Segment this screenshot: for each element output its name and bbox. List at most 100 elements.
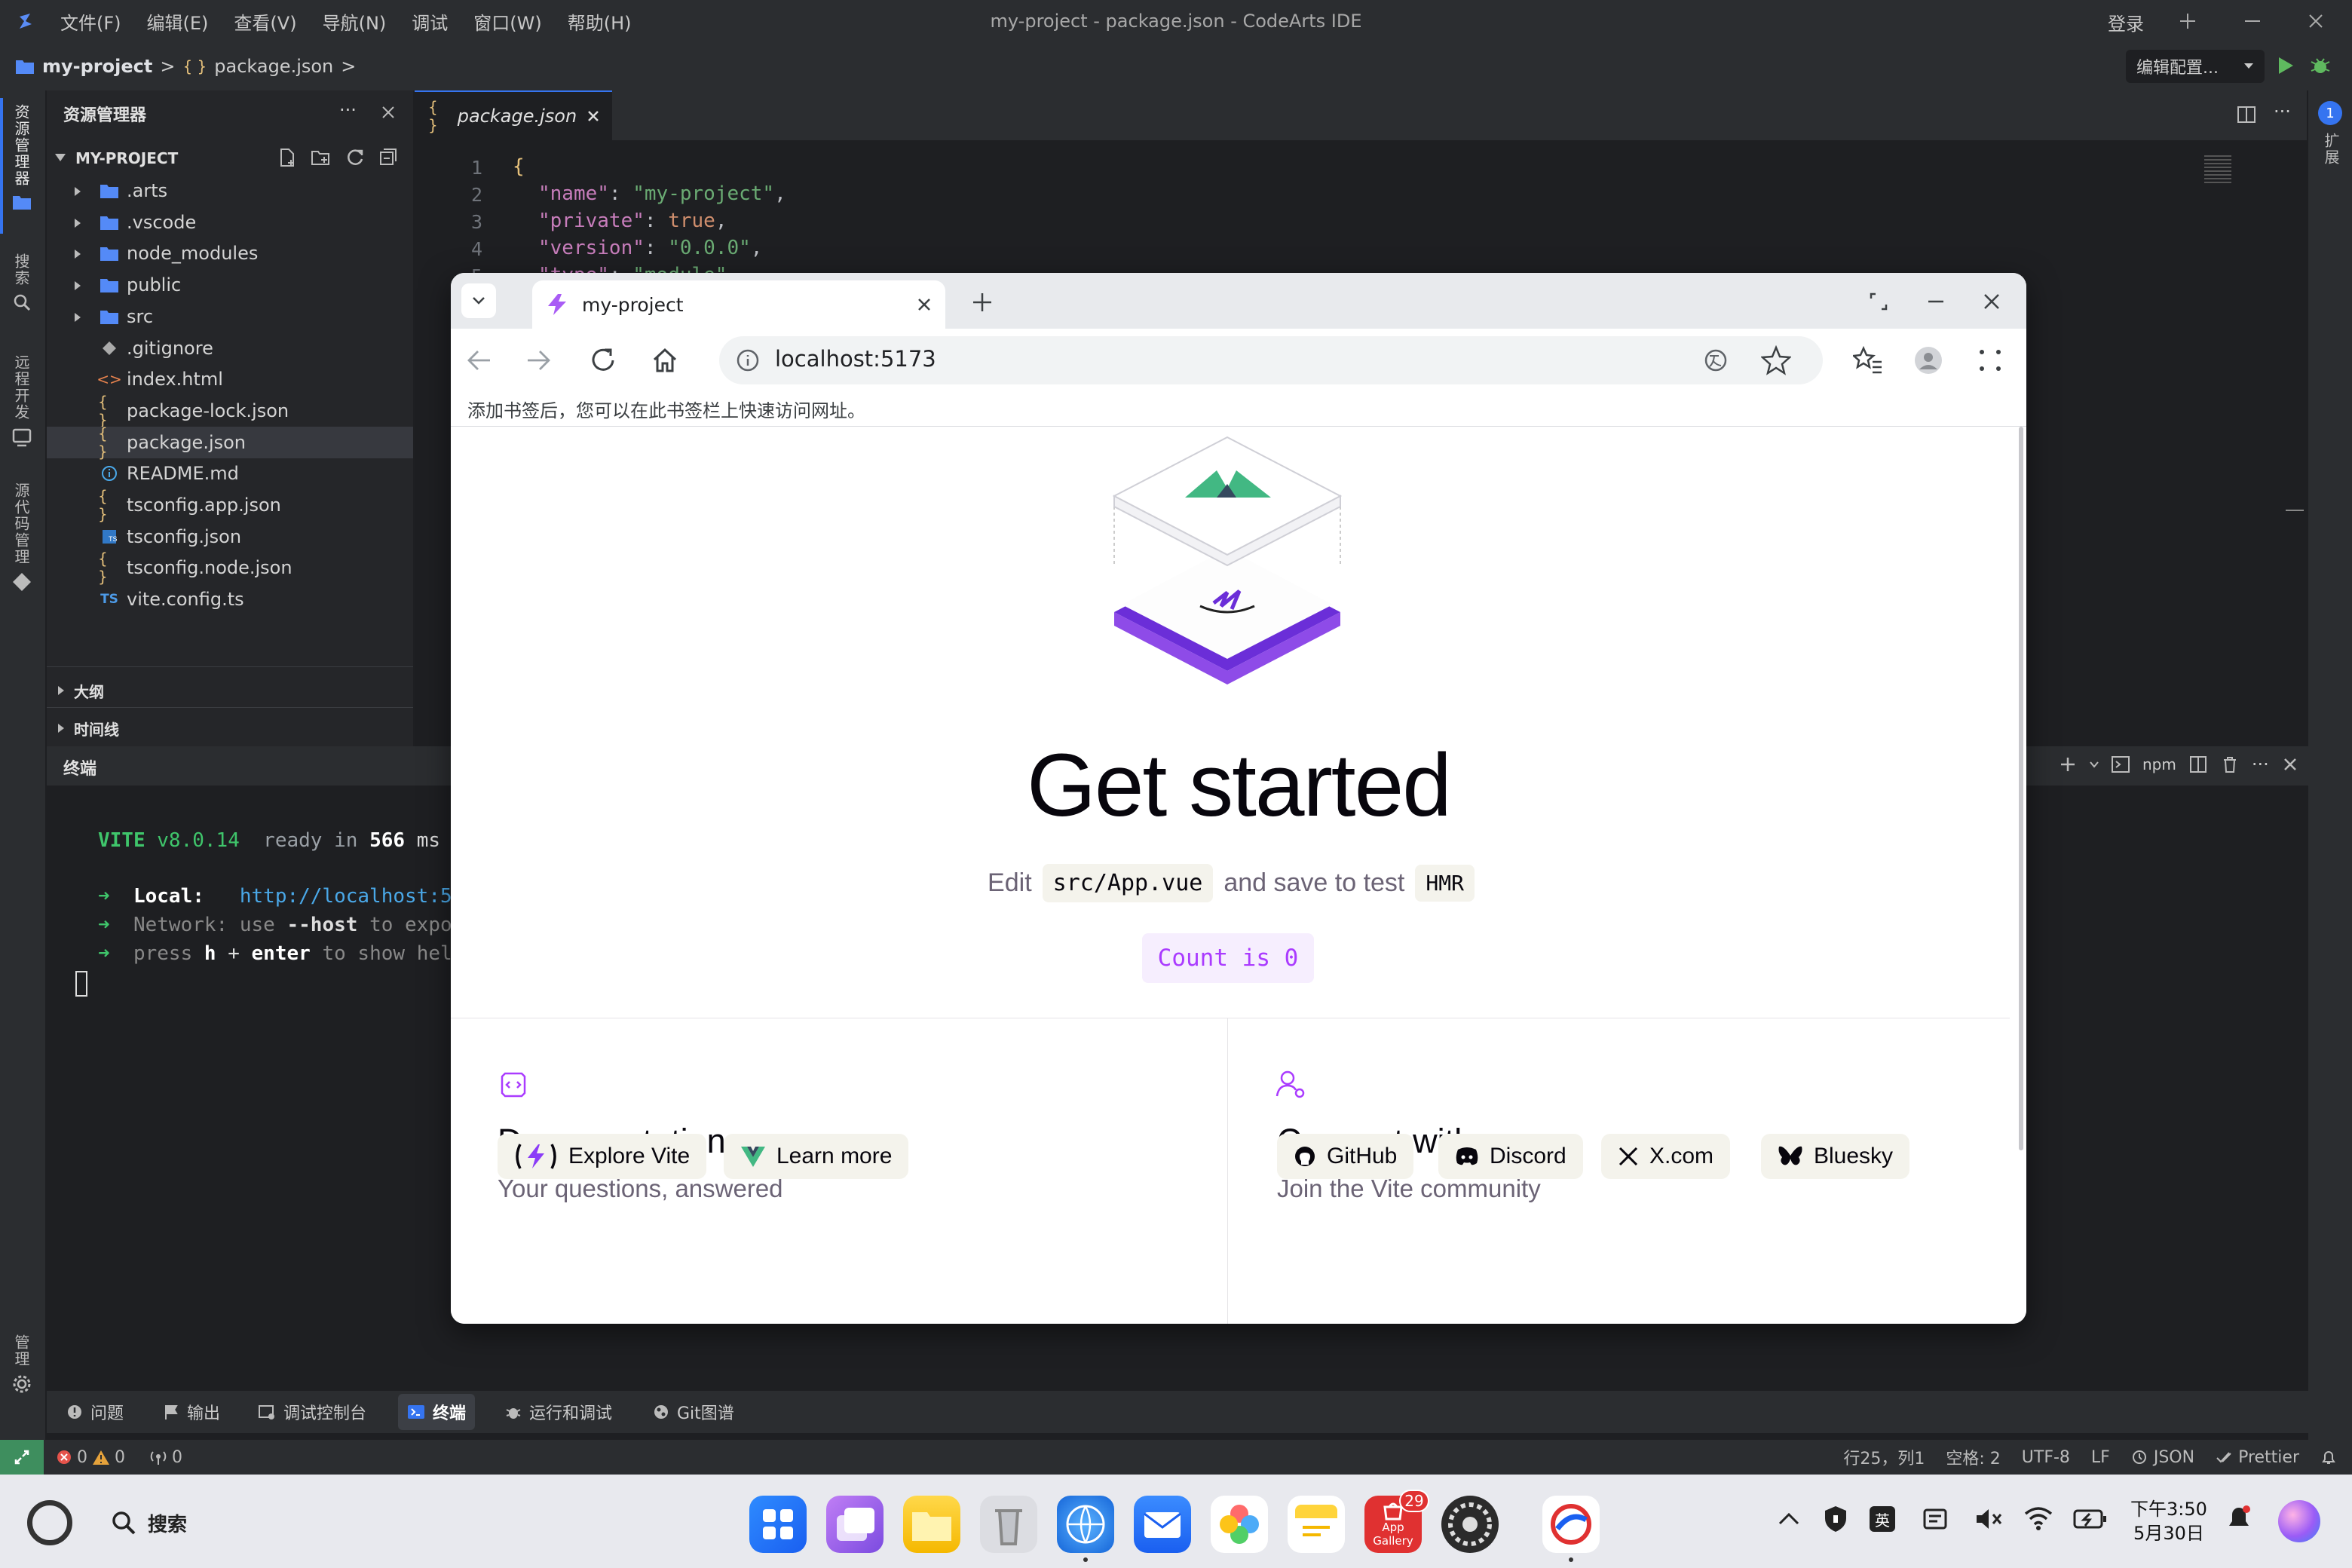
indentation[interactable]: 空格: 2 bbox=[1946, 1445, 2000, 1469]
run-config-select[interactable]: 编辑配置... bbox=[2126, 50, 2265, 83]
files-app-icon[interactable] bbox=[903, 1496, 960, 1553]
ime-indicator[interactable]: 英 bbox=[1870, 1506, 1895, 1532]
outline-section[interactable]: 大纲 bbox=[47, 675, 413, 706]
menu-edit[interactable]: 编辑(E) bbox=[147, 8, 209, 35]
formatter-status[interactable]: Prettier bbox=[2216, 1448, 2299, 1467]
volume-muted-icon[interactable] bbox=[1974, 1506, 2004, 1535]
cursor-position[interactable]: 行25，列1 bbox=[1843, 1445, 1925, 1469]
multitask-app-icon[interactable] bbox=[826, 1496, 884, 1553]
new-file-icon[interactable] bbox=[277, 148, 297, 167]
activity-scm[interactable]: 源代码管理 bbox=[11, 482, 32, 593]
site-info-icon[interactable] bbox=[736, 348, 760, 372]
tree-item-package-lock-json[interactable]: { } package-lock.json bbox=[47, 393, 413, 429]
tab-output[interactable]: 输出 bbox=[163, 1397, 220, 1427]
tree-item-tsconfig-json[interactable]: TS tsconfig.json bbox=[47, 521, 413, 553]
battery-icon[interactable] bbox=[2073, 1508, 2108, 1533]
terminal-shell-name[interactable]: npm bbox=[2142, 755, 2176, 773]
browser-menu-icon[interactable] bbox=[1978, 348, 2002, 375]
gallery-app-icon[interactable] bbox=[1211, 1496, 1268, 1553]
bookmark-star-icon[interactable] bbox=[1761, 345, 1791, 375]
trash-app-icon[interactable] bbox=[980, 1496, 1037, 1553]
collapse-all-icon[interactable] bbox=[378, 148, 398, 167]
restore-icon[interactable] bbox=[1868, 291, 1889, 312]
tree-item-arts[interactable]: .arts bbox=[47, 175, 413, 207]
assistant-icon[interactable] bbox=[2278, 1500, 2320, 1542]
tree-item-index-html[interactable]: <> index.html bbox=[47, 363, 413, 395]
activity-explorer[interactable]: 资源管理器 bbox=[11, 104, 32, 211]
line-ending[interactable]: LF bbox=[2091, 1448, 2110, 1467]
project-header[interactable]: MY-PROJECT bbox=[47, 143, 413, 173]
tree-item-tsconfig-app-json[interactable]: { } tsconfig.app.json bbox=[47, 487, 413, 523]
home-icon[interactable] bbox=[651, 347, 678, 377]
browser-app-icon[interactable] bbox=[1057, 1496, 1114, 1553]
close-panel-icon[interactable] bbox=[378, 103, 398, 122]
encoding[interactable]: UTF-8 bbox=[2022, 1448, 2070, 1467]
terminal-more-icon[interactable]: ··· bbox=[2252, 754, 2269, 775]
menu-help[interactable]: 帮助(H) bbox=[568, 8, 632, 35]
tab-git-graph[interactable]: Git图谱 bbox=[653, 1397, 734, 1427]
codearts-app-icon[interactable] bbox=[1542, 1496, 1600, 1553]
more-actions-icon[interactable]: ··· bbox=[339, 100, 357, 121]
tab-run-debug[interactable]: 运行和调试 bbox=[505, 1397, 612, 1427]
tree-item-node-modules[interactable]: node_modules bbox=[47, 237, 413, 269]
tab-debug-console[interactable]: 调试控制台 bbox=[258, 1397, 366, 1427]
extensions-label[interactable]: 扩展 bbox=[2320, 133, 2342, 166]
close-tab-icon[interactable] bbox=[915, 296, 933, 314]
wifi-icon[interactable] bbox=[2023, 1505, 2053, 1535]
menu-view[interactable]: 查看(V) bbox=[234, 8, 296, 35]
new-tab-icon[interactable] bbox=[971, 291, 994, 314]
tree-item-src[interactable]: src bbox=[47, 301, 413, 332]
close-window-icon[interactable] bbox=[2304, 9, 2328, 33]
bell-icon[interactable] bbox=[2320, 1448, 2337, 1466]
debug-icon[interactable] bbox=[2308, 54, 2332, 78]
tab-package-json[interactable]: { } package.json bbox=[415, 90, 612, 140]
favorites-icon[interactable] bbox=[1851, 345, 1883, 378]
browser-close-icon[interactable] bbox=[1981, 291, 2002, 312]
new-terminal-icon[interactable] bbox=[2058, 755, 2078, 774]
tab-search-button[interactable] bbox=[461, 283, 496, 318]
run-icon[interactable] bbox=[2274, 54, 2296, 77]
address-bar[interactable]: localhost:5173 bbox=[719, 336, 1823, 384]
login-link[interactable]: 登录 bbox=[2108, 9, 2144, 35]
split-terminal-icon[interactable] bbox=[2188, 755, 2208, 774]
trash-icon[interactable] bbox=[2220, 755, 2240, 774]
reload-icon[interactable] bbox=[590, 347, 617, 377]
app-launcher-icon[interactable] bbox=[749, 1496, 807, 1553]
translate-icon[interactable] bbox=[1702, 347, 1729, 374]
browser-tab-my-project[interactable]: my-project bbox=[532, 280, 945, 329]
close-tab-icon[interactable] bbox=[586, 109, 599, 124]
menu-navigate[interactable]: 导航(N) bbox=[323, 8, 387, 35]
timeline-section[interactable]: 时间线 bbox=[47, 713, 413, 743]
ports-status[interactable]: 0 bbox=[149, 1446, 182, 1468]
chevron-down-icon[interactable] bbox=[2090, 761, 2099, 768]
tree-item-package-json[interactable]: { } package.json bbox=[47, 424, 413, 461]
mail-app-icon[interactable] bbox=[1134, 1496, 1191, 1553]
minimap[interactable] bbox=[2204, 155, 2231, 185]
split-editor-icon[interactable] bbox=[2236, 104, 2257, 125]
security-icon[interactable] bbox=[1823, 1505, 1848, 1536]
explore-vite-link[interactable]: Explore Vite bbox=[498, 1134, 707, 1179]
count-button[interactable]: Count is 0 bbox=[1142, 933, 1314, 983]
notes-app-icon[interactable] bbox=[1288, 1496, 1345, 1553]
bluesky-link[interactable]: Bluesky bbox=[1761, 1134, 1910, 1179]
breadcrumb-file[interactable]: package.json bbox=[214, 56, 333, 77]
editor-more-icon[interactable]: ··· bbox=[2274, 101, 2291, 122]
forward-icon[interactable] bbox=[526, 348, 552, 375]
new-folder-icon[interactable] bbox=[311, 148, 332, 167]
remote-status-icon[interactable] bbox=[0, 1440, 44, 1475]
breadcrumb-project[interactable]: my-project bbox=[42, 56, 152, 77]
activity-manage[interactable]: 管理 bbox=[11, 1334, 32, 1395]
tree-item-vscode[interactable]: .vscode bbox=[47, 207, 413, 238]
tree-item-public[interactable]: public bbox=[47, 269, 413, 301]
menu-file[interactable]: 文件(F) bbox=[60, 8, 121, 35]
github-link[interactable]: GitHub bbox=[1277, 1134, 1414, 1179]
minimize-icon[interactable] bbox=[2240, 9, 2265, 33]
tree-item-readme-md[interactable]: README.md bbox=[47, 458, 413, 489]
tab-problems[interactable]: 问题 bbox=[66, 1397, 124, 1427]
tree-item-tsconfig-node-json[interactable]: { } tsconfig.node.json bbox=[47, 550, 413, 586]
layout-icon[interactable] bbox=[2176, 9, 2200, 33]
activity-remote[interactable]: 远程开发 bbox=[11, 354, 32, 448]
notification-bell-icon[interactable] bbox=[2225, 1503, 2252, 1536]
browser-minimize-icon[interactable] bbox=[1925, 291, 1946, 312]
problems-status[interactable]: 0 0 bbox=[56, 1446, 125, 1468]
